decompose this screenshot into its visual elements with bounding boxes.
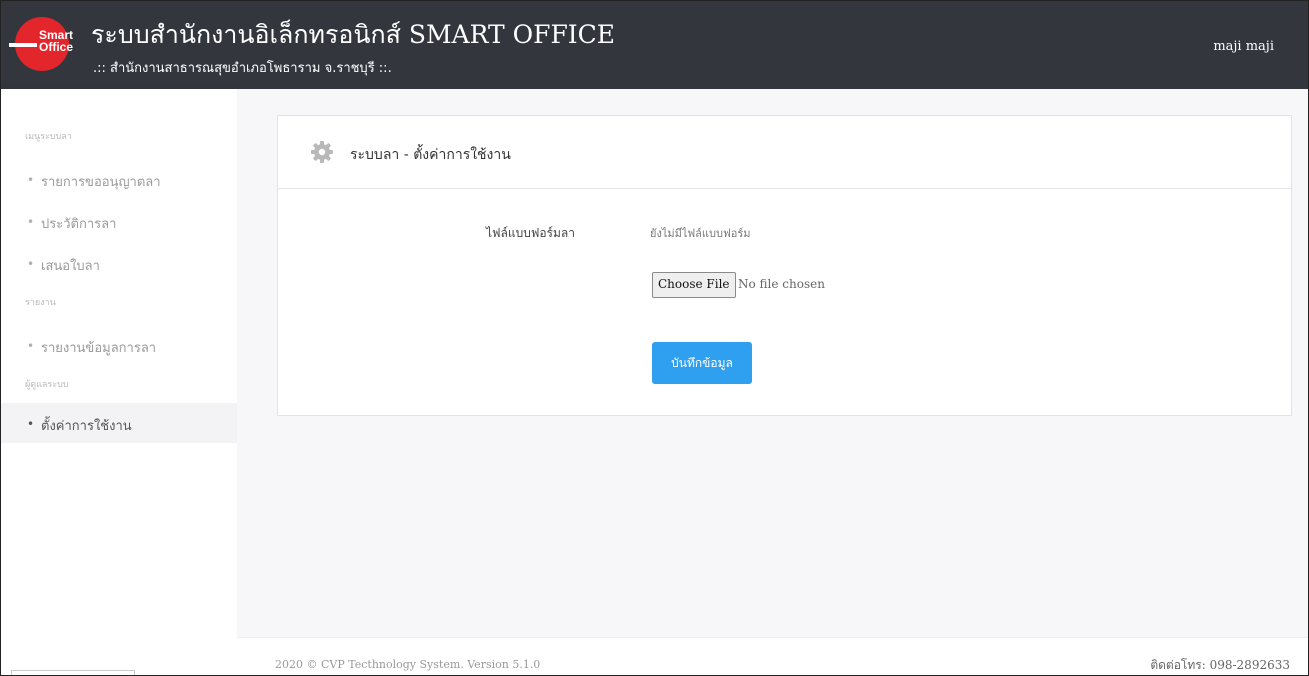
sidebar-item-leave-requests[interactable]: • รายการขออนุญาตลา <box>1 161 237 197</box>
settings-panel: ระบบลา - ตั้งค่าการใช้งาน ไฟล์แบบฟอร์มลา… <box>277 115 1292 416</box>
leave-form-file-status: ยังไม่มีไฟล์แบบฟอร์ม <box>650 227 751 240</box>
sidebar-section-admin: ผู้ดูแลระบบ <box>25 380 69 390</box>
smart-office-logo[interactable]: Smart Office <box>9 17 73 71</box>
sidebar-item-settings[interactable]: • ตั้งค่าการใช้งาน <box>1 403 237 443</box>
sidebar-item-label: ตั้งค่าการใช้งาน <box>41 419 132 434</box>
file-chosen-status: No file chosen <box>738 277 825 291</box>
sidebar-item-label: รายการขออนุญาตลา <box>41 175 161 190</box>
bullet-icon: • <box>27 417 35 431</box>
bullet-icon: • <box>27 339 35 353</box>
sidebar: เมนูระบบลา • รายการขออนุญาตลา • ประวัติก… <box>1 89 237 675</box>
app-subtitle: .:: สำนักงานสาธารณสุขอำเภอโพธาราม จ.ราชบ… <box>93 61 392 76</box>
choose-file-button[interactable]: Choose File <box>652 272 736 298</box>
sidebar-item-leave-history[interactable]: • ประวัติการลา <box>1 203 237 239</box>
logo-bar <box>9 43 37 47</box>
main-content: ระบบลา - ตั้งค่าการใช้งาน ไฟล์แบบฟอร์มลา… <box>237 89 1308 637</box>
sidebar-bottom-widget <box>11 670 135 675</box>
leave-form-file-label: ไฟล์แบบฟอร์มลา <box>486 226 576 240</box>
contact-phone: ติดต่อโทร: 098-2892633 <box>1150 658 1290 672</box>
sidebar-section-leave-menu: เมนูระบบลา <box>25 132 72 142</box>
sidebar-item-label: เสนอใบลา <box>41 259 100 274</box>
sidebar-item-submit-leave[interactable]: • เสนอใบลา <box>1 245 237 281</box>
bullet-icon: • <box>27 215 35 229</box>
app-window: Smart Office ระบบสำนักงานอิเล็กทรอนิกส์ … <box>0 0 1309 676</box>
top-bar: Smart Office ระบบสำนักงานอิเล็กทรอนิกส์ … <box>1 1 1308 89</box>
app-title: ระบบสำนักงานอิเล็กทรอนิกส์ SMART OFFICE <box>91 20 616 49</box>
bullet-icon: • <box>27 173 35 187</box>
footer: 2020 © CVP Tecthnology System. Version 5… <box>237 637 1308 675</box>
sidebar-item-label: รายงานข้อมูลการลา <box>41 341 157 356</box>
copyright-text: 2020 © CVP Tecthnology System. Version 5… <box>275 658 541 671</box>
user-menu[interactable]: maji maji <box>1213 39 1274 54</box>
logo-text-line2: Office <box>39 40 74 54</box>
panel-header: ระบบลา - ตั้งค่าการใช้งาน <box>278 116 1291 189</box>
panel-title: ระบบลา - ตั้งค่าการใช้งาน <box>350 147 511 163</box>
sidebar-item-leave-report[interactable]: • รายงานข้อมูลการลา <box>1 327 237 363</box>
sidebar-section-reports: รายงาน <box>25 298 56 308</box>
save-button[interactable]: บันทึกข้อมูล <box>652 342 752 384</box>
sidebar-item-label: ประวัติการลา <box>41 217 117 232</box>
gear-icon <box>311 141 333 163</box>
bullet-icon: • <box>27 257 35 271</box>
logo-text: Smart Office <box>39 29 73 53</box>
